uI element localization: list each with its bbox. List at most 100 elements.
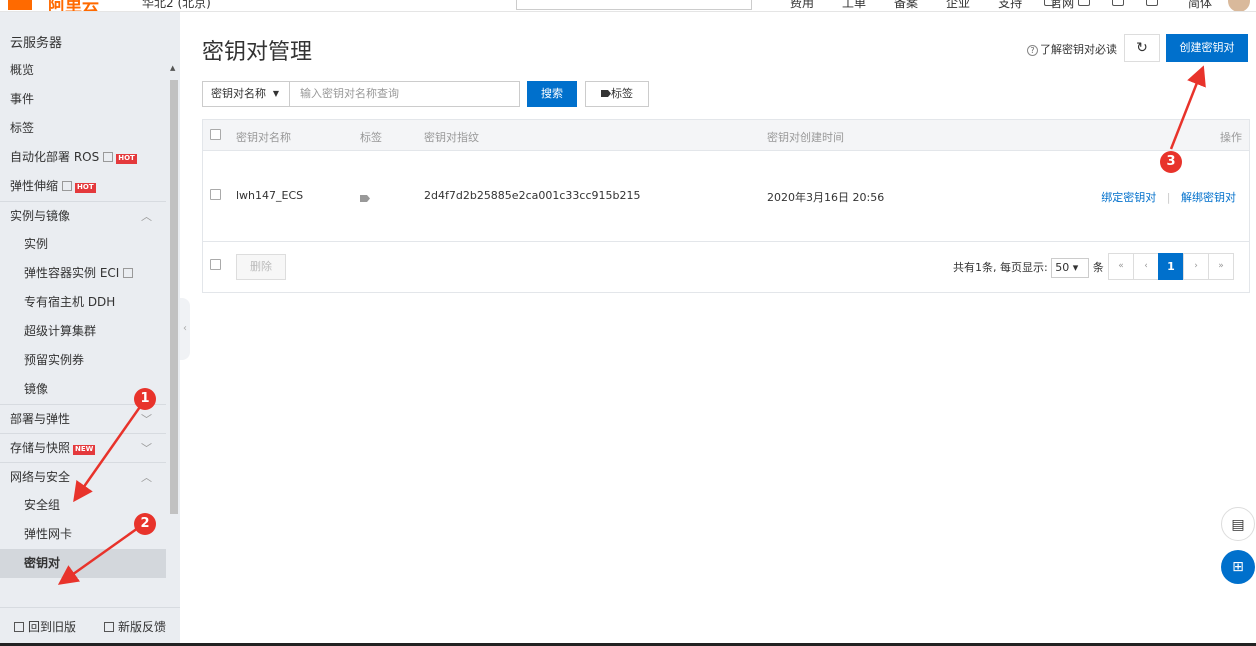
nav-link-tickets[interactable]: 工单 — [842, 0, 866, 11]
key-pair-table: 密钥对名称 标签 密钥对指纹 密钥对创建时间 操作 lwh147_ECS 2d4… — [202, 119, 1250, 293]
terminal-icon[interactable] — [1044, 0, 1056, 6]
filter-field-value: 密钥对名称 — [211, 87, 266, 100]
chat-icon[interactable]: ▤ — [1221, 507, 1255, 541]
create-key-pair-button[interactable]: 创建密钥对 — [1166, 34, 1248, 62]
sidebar-scrollbar-thumb[interactable] — [170, 80, 178, 514]
table-footer: 删除 共有1条, 每页显示: 50 ▾ 条 « ‹ 1 › » — [203, 242, 1249, 292]
sidebar-item-label: 网络与安全 — [10, 470, 71, 484]
select-all-checkbox[interactable] — [210, 129, 221, 140]
sidebar-item-label: 概览 — [10, 63, 35, 77]
page-size-select[interactable]: 50 ▾ — [1051, 258, 1090, 278]
delete-button[interactable]: 删除 — [236, 254, 286, 280]
nav-link-billing[interactable]: 费用 — [790, 0, 814, 11]
global-search-input[interactable] — [516, 0, 752, 10]
help-link-label: 了解密钥对必读 — [1040, 43, 1117, 56]
sidebar-item-reserved-instances[interactable]: 预留实例券 — [0, 346, 166, 375]
sidebar-item-scc[interactable]: 超级计算集群 — [0, 317, 166, 346]
help-icon[interactable] — [1146, 0, 1158, 6]
filter-field-select[interactable]: 密钥对名称 ▼ — [202, 81, 290, 107]
unbind-key-pair-link[interactable]: 解绑密钥对 — [1181, 191, 1236, 204]
scroll-up-arrow-icon[interactable]: ▲ — [170, 64, 175, 72]
region-selector[interactable]: 华北2 (北京) — [142, 0, 211, 11]
top-nav-icons — [1044, 0, 1158, 6]
column-header-name[interactable]: 密钥对名称 — [236, 129, 291, 145]
next-page-button[interactable]: › — [1183, 253, 1209, 280]
notification-icon[interactable] — [1078, 0, 1090, 6]
caret-down-icon: ▼ — [272, 89, 279, 98]
sidebar-item-label: 实例与镜像 — [10, 209, 71, 223]
external-link-icon — [103, 152, 114, 162]
column-header-actions: 操作 — [1220, 131, 1242, 144]
sidebar-item-overview[interactable]: 概览 — [0, 56, 166, 85]
sidebar-item-instances[interactable]: 实例 — [0, 230, 166, 259]
pagination: « ‹ 1 › » — [1108, 253, 1234, 280]
page-size-value: 50 — [1055, 261, 1070, 274]
top-navigation-bar: 阿里云 华北2 (北京) 费用 工单 备案 企业 支持 官网 简体 — [0, 0, 1256, 12]
row-checkbox[interactable] — [210, 189, 221, 200]
key-pair-name: lwh147_ECS — [236, 189, 304, 202]
sidebar-item-eci[interactable]: 弹性容器实例 ECI — [0, 259, 166, 288]
search-button[interactable]: 搜索 — [527, 81, 577, 107]
old-version-label: 回到旧版 — [27, 619, 76, 634]
sidebar-item-label: 事件 — [10, 92, 35, 106]
bind-key-pair-link[interactable]: 绑定密钥对 — [1101, 191, 1156, 204]
language-selector[interactable]: 简体 — [1188, 0, 1212, 11]
back-to-old-version-button[interactable]: 回到旧版 — [13, 618, 76, 635]
feedback-label: 新版反馈 — [117, 619, 166, 634]
apps-icon[interactable]: ⊞ — [1221, 550, 1255, 584]
avatar[interactable] — [1228, 0, 1250, 11]
last-page-button[interactable]: » — [1208, 253, 1234, 280]
sidebar-title: 云服务器 — [10, 36, 63, 51]
refresh-button[interactable]: ↻ — [1124, 34, 1160, 62]
page-title: 密钥对管理 — [202, 40, 313, 65]
sidebar-section-network-security[interactable]: 网络与安全 ︿ — [0, 462, 166, 491]
tag-icon[interactable] — [360, 195, 370, 202]
sidebar-item-label: 自动化部署 ROS — [10, 150, 100, 164]
sidebar-item-label: 密钥对 — [24, 556, 61, 570]
help-link[interactable]: ? 了解密钥对必读 — [1027, 41, 1117, 57]
annotation-marker-2: 2 — [134, 513, 156, 535]
sidebar-item-label: 安全组 — [24, 498, 61, 512]
new-badge: NEW — [73, 445, 96, 455]
nav-link-filing[interactable]: 备案 — [894, 0, 918, 11]
sidebar-section-instances-images[interactable]: 实例与镜像 ︿ — [0, 201, 166, 230]
sidebar-item-label: 弹性伸缩 — [10, 179, 59, 193]
prev-page-button[interactable]: ‹ — [1133, 253, 1159, 280]
table-row: lwh147_ECS 2d4f7d2b25885e2ca001c33cc915b… — [203, 151, 1249, 242]
hot-badge: HOT — [116, 154, 137, 164]
brand-logo[interactable]: 阿里云 — [48, 0, 99, 11]
pagination-summary: 共有1条, 每页显示: 50 ▾ 条 — [953, 258, 1104, 278]
sidebar-section-storage[interactable]: 存储与快照 NEW ﹀ — [0, 433, 166, 462]
feedback-icon — [103, 621, 114, 632]
feedback-button[interactable]: 新版反馈 — [103, 618, 166, 635]
sidebar-item-label: 标签 — [10, 121, 35, 135]
sidebar-item-ddh[interactable]: 专有宿主机 DDH — [0, 288, 166, 317]
sidebar-item-label: 镜像 — [24, 382, 49, 396]
nav-link-support[interactable]: 支持 — [998, 0, 1022, 11]
sidebar-item-ros[interactable]: 自动化部署 ROS HOT — [0, 143, 166, 172]
column-header-created[interactable]: 密钥对创建时间 — [767, 129, 844, 145]
tag-filter-button[interactable]: 标签 — [585, 81, 649, 107]
sidebar-item-key-pairs[interactable]: 密钥对 — [0, 549, 166, 578]
chevron-up-icon: ︿ — [141, 471, 152, 484]
sidebar-item-tags[interactable]: 标签 — [0, 114, 166, 143]
sidebar-item-label: 弹性网卡 — [24, 527, 73, 541]
annotation-marker-1: 1 — [134, 388, 156, 410]
top-nav-links: 费用 工单 备案 企业 支持 官网 — [790, 0, 1074, 11]
external-link-icon — [62, 181, 73, 191]
search-input[interactable]: 输入密钥对名称查询 — [290, 81, 520, 107]
old-version-icon — [13, 621, 24, 632]
footer-select-all-checkbox[interactable] — [210, 259, 221, 270]
sidebar-item-label: 超级计算集群 — [24, 324, 97, 338]
page-size-unit: 条 — [1092, 261, 1104, 274]
sidebar-footer: 回到旧版 新版反馈 — [0, 607, 180, 644]
sidebar-collapse-handle[interactable]: ‹ — [180, 298, 190, 360]
menu-icon[interactable] — [8, 0, 32, 10]
page-button-current[interactable]: 1 — [1158, 253, 1184, 280]
column-header-tags: 标签 — [360, 131, 382, 144]
sidebar-item-events[interactable]: 事件 — [0, 85, 166, 114]
sidebar-item-auto-scaling[interactable]: 弹性伸缩 HOT — [0, 172, 166, 201]
cart-icon[interactable] — [1112, 0, 1124, 6]
first-page-button[interactable]: « — [1108, 253, 1134, 280]
nav-link-enterprise[interactable]: 企业 — [946, 0, 970, 11]
